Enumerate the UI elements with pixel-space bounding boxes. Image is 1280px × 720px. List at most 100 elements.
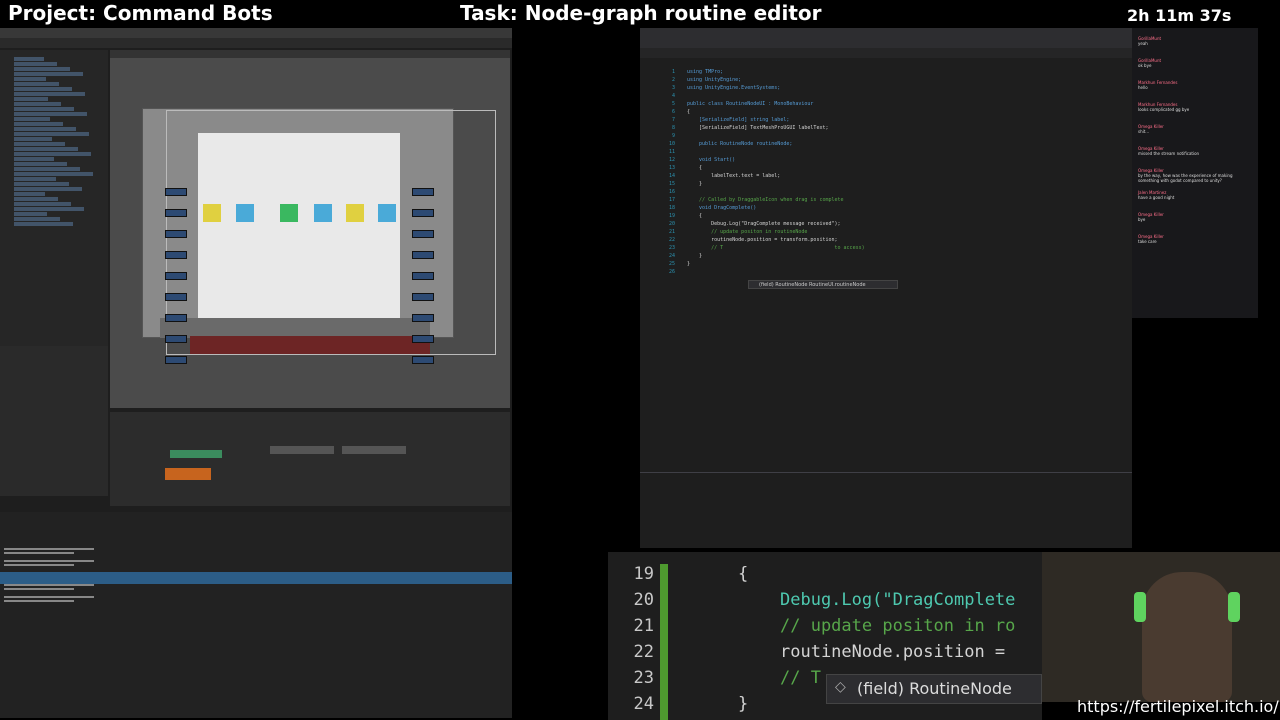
code-line[interactable]: 17 // Called by DraggableIcon when drag …	[645, 196, 1125, 204]
code-line[interactable]: 12 void Start()	[645, 156, 1125, 164]
routine-node[interactable]	[203, 204, 221, 222]
routine-node[interactable]	[346, 204, 364, 222]
anim-state-node[interactable]	[165, 468, 211, 480]
code-line[interactable]: 1 using TMPro;	[645, 68, 1125, 76]
vs-toolbar[interactable]	[640, 38, 1132, 48]
code-line[interactable]: 11	[645, 148, 1125, 156]
hierarchy-item[interactable]	[14, 62, 57, 66]
code-line[interactable]: 3 using UnityEngine.EventSystems;	[645, 84, 1125, 92]
project-panel[interactable]	[0, 346, 108, 496]
vs-file-tabs[interactable]	[640, 48, 1132, 58]
chat-message: Omega Killer bye	[1138, 212, 1254, 222]
code-line[interactable]: 8 [SerializeField] TextMeshProUGUI label…	[645, 124, 1125, 132]
bot-slot	[165, 230, 187, 238]
code-line[interactable]: 25}	[645, 260, 1125, 268]
hierarchy-item[interactable]	[14, 97, 48, 101]
code-line[interactable]: 10 public RoutineNode routineNode;	[645, 140, 1125, 148]
chat-message: Omega Killer take care	[1138, 234, 1254, 244]
bot-slot	[165, 335, 187, 343]
hierarchy-item[interactable]	[14, 167, 80, 171]
hierarchy-item[interactable]	[14, 87, 72, 91]
anim-state-node[interactable]	[270, 446, 334, 454]
vs-output-panel[interactable]	[640, 472, 1132, 548]
chat-text: have a good night	[1138, 195, 1175, 200]
console-panel[interactable]	[0, 512, 512, 718]
hierarchy-item[interactable]	[14, 197, 58, 201]
anim-state-node[interactable]	[170, 450, 222, 458]
hierarchy-item[interactable]	[14, 132, 89, 136]
hierarchy-item[interactable]	[14, 117, 50, 121]
scene-view-toolbar[interactable]	[110, 50, 510, 58]
unity-menu-bar[interactable]	[0, 28, 512, 38]
hierarchy-item[interactable]	[14, 207, 84, 211]
routine-node[interactable]	[378, 204, 396, 222]
stream-timer: 2h 11m 37s	[1127, 6, 1232, 25]
hierarchy-item[interactable]	[14, 177, 56, 181]
vs-title-bar[interactable]	[640, 28, 1132, 38]
routine-node[interactable]	[280, 204, 298, 222]
hierarchy-item[interactable]	[14, 182, 69, 186]
hierarchy-item[interactable]	[14, 202, 71, 206]
bot-slot	[412, 356, 434, 364]
hierarchy-panel[interactable]	[0, 50, 108, 350]
code-line[interactable]: 9	[645, 132, 1125, 140]
anim-state-node[interactable]	[342, 446, 406, 454]
hierarchy-item[interactable]	[14, 137, 52, 141]
code-line[interactable]: 21 // update positon in routineNode	[645, 228, 1125, 236]
code-line[interactable]: 5 public class RoutineNodeUI : MonoBehavi…	[645, 100, 1125, 108]
code-editor[interactable]: 1 using TMPro; 2 using UnityEngine; 3 using U…	[645, 68, 1125, 276]
hierarchy-item[interactable]	[14, 152, 91, 156]
hierarchy-item[interactable]	[14, 212, 47, 216]
hierarchy-item[interactable]	[14, 67, 70, 71]
routine-node[interactable]	[236, 204, 254, 222]
hierarchy-item[interactable]	[14, 107, 74, 111]
bot-slot	[165, 356, 187, 364]
code-text: {	[687, 165, 703, 171]
hierarchy-item[interactable]	[14, 102, 61, 106]
hierarchy-item[interactable]	[14, 122, 63, 126]
code-line[interactable]: 18 void DragComplete()	[645, 204, 1125, 212]
code-line[interactable]: 24 }	[645, 252, 1125, 260]
animator-panel[interactable]	[110, 412, 510, 506]
code-line[interactable]: 2 using UnityEngine;	[645, 76, 1125, 84]
hierarchy-item[interactable]	[14, 72, 83, 76]
code-line[interactable]: 6{	[645, 108, 1125, 116]
code-line[interactable]: 22 routineNode.position = transform.posi…	[645, 236, 1125, 244]
code-line[interactable]: 26	[645, 268, 1125, 276]
hierarchy-item[interactable]	[14, 112, 87, 116]
hierarchy-item[interactable]	[14, 192, 45, 196]
code-line[interactable]: 16	[645, 188, 1125, 196]
console-row[interactable]	[4, 594, 504, 605]
console-row[interactable]	[4, 546, 504, 557]
hierarchy-item[interactable]	[14, 217, 60, 221]
hierarchy-item[interactable]	[14, 92, 85, 96]
hierarchy-item[interactable]	[14, 82, 59, 86]
code-line[interactable]: 7 [SerializeField] string label;	[645, 116, 1125, 124]
hierarchy-item[interactable]	[14, 57, 44, 61]
line-number: 2	[671, 77, 675, 83]
code-line[interactable]: 20 Debug.Log("DragComplete message recei…	[645, 220, 1125, 228]
routine-node[interactable]	[314, 204, 332, 222]
line-number: 5	[671, 101, 675, 107]
code-line[interactable]: 15 }	[645, 180, 1125, 188]
hierarchy-item[interactable]	[14, 172, 93, 176]
chat-message: GorillaMunt yeah	[1138, 36, 1254, 46]
unity-toolbar[interactable]	[0, 38, 512, 48]
console-selected-row[interactable]	[0, 572, 512, 584]
hierarchy-item[interactable]	[14, 147, 78, 151]
code-line[interactable]: 13 {	[645, 164, 1125, 172]
hierarchy-item[interactable]	[14, 222, 73, 226]
hierarchy-item[interactable]	[14, 127, 76, 131]
chat-message: GorillaMunt ok bye	[1138, 58, 1254, 68]
code-line[interactable]: 4	[645, 92, 1125, 100]
code-line[interactable]: 19 {	[645, 212, 1125, 220]
hierarchy-item[interactable]	[14, 157, 54, 161]
hierarchy-item[interactable]	[14, 162, 67, 166]
hierarchy-item[interactable]	[14, 142, 65, 146]
hierarchy-item[interactable]	[14, 187, 82, 191]
code-line[interactable]: 14 labelText.text = label;	[645, 172, 1125, 180]
hierarchy-item[interactable]	[14, 77, 46, 81]
console-row[interactable]	[4, 558, 504, 569]
line-number: 20	[668, 221, 675, 227]
code-line[interactable]: 23 // T to access)	[645, 244, 1125, 252]
